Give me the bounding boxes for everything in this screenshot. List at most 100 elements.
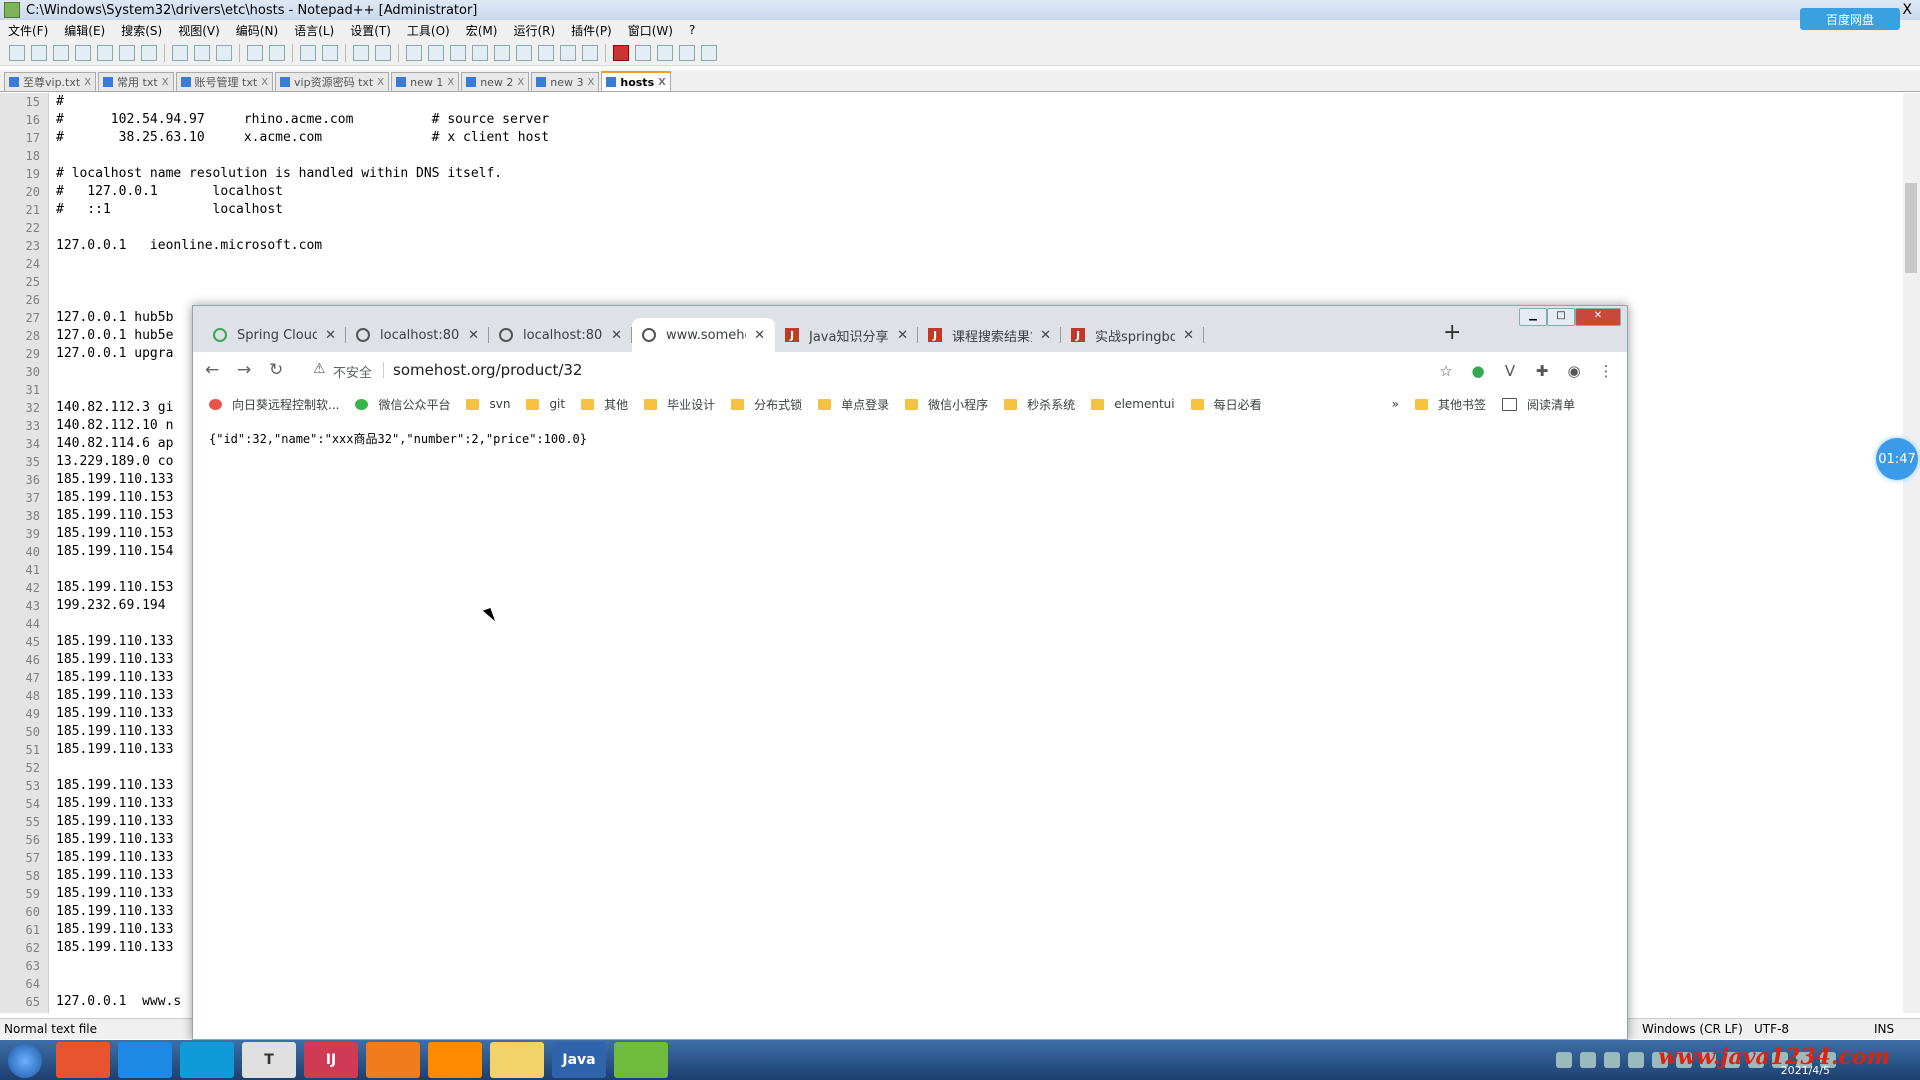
menu-item[interactable]: 文件(F) [0, 22, 56, 39]
tab-close-icon[interactable]: ✕ [611, 328, 622, 343]
editor-line[interactable]: 25 [0, 273, 1900, 291]
reading-list[interactable]: 阅读清单 [1501, 396, 1575, 413]
new-tab-button[interactable]: + [1443, 320, 1461, 345]
line-text[interactable]: 185.199.110.133 [48, 741, 173, 759]
bookmark-item[interactable]: elementui [1091, 397, 1175, 411]
browser-tab[interactable]: Spring Cloud Gate ✕ [203, 318, 346, 352]
tab-close-icon[interactable]: X [162, 77, 169, 88]
editor-line[interactable]: 15 # [0, 93, 1900, 111]
record-macro-icon[interactable] [613, 44, 629, 61]
print-icon[interactable] [141, 44, 157, 61]
editor-line[interactable]: 24 [0, 255, 1900, 273]
bookmark-item[interactable]: git [526, 397, 565, 411]
line-text[interactable] [48, 147, 56, 165]
menu-item[interactable]: 设置(T) [342, 22, 399, 39]
start-button-icon[interactable] [8, 1044, 42, 1078]
other-bookmarks[interactable]: 其他书签 [1414, 396, 1486, 413]
browser-tab[interactable]: J 实战springboot+C ✕ [1061, 318, 1204, 352]
line-text[interactable]: 185.199.110.133 [48, 669, 173, 687]
line-text[interactable]: 185.199.110.133 [48, 471, 173, 489]
save-macro-icon[interactable] [701, 44, 717, 61]
tab-close-icon[interactable]: X [517, 77, 524, 88]
find-icon[interactable] [300, 44, 316, 61]
not-secure-label[interactable]: 不安全 [333, 362, 372, 381]
line-text[interactable]: 140.82.112.10 n [48, 417, 173, 435]
menu-item[interactable]: 编辑(E) [56, 22, 113, 39]
line-text[interactable]: # 38.25.63.10 x.acme.com # x client host [48, 129, 549, 147]
bookmark-item[interactable]: 分布式锁 [731, 396, 802, 413]
line-text[interactable]: 185.199.110.133 [48, 831, 173, 849]
file-tab[interactable]: 账号管理 txt X [175, 72, 274, 91]
line-text[interactable] [48, 975, 56, 993]
doc-map-icon[interactable] [516, 44, 532, 61]
close-file-icon[interactable] [97, 44, 113, 61]
indent-guide-icon[interactable] [494, 44, 510, 61]
tab-close-icon[interactable]: X [658, 77, 666, 88]
file-tab[interactable]: new 2X [461, 72, 530, 91]
line-text[interactable] [48, 363, 56, 381]
close-all-icon[interactable] [119, 44, 135, 61]
tab-close-icon[interactable]: ✕ [468, 328, 479, 343]
taskbar-app-icon[interactable] [56, 1042, 110, 1078]
undo-icon[interactable] [247, 44, 263, 61]
maximize-icon[interactable]: □ [1547, 308, 1575, 326]
vertical-scrollbar[interactable] [1903, 93, 1920, 1013]
tab-close-icon[interactable]: X [588, 77, 595, 88]
tab-close-icon[interactable]: X [447, 77, 454, 88]
new-file-icon[interactable] [9, 44, 25, 61]
menu-item[interactable]: 搜索(S) [113, 22, 170, 39]
warning-icon[interactable]: ⚠ [313, 361, 326, 377]
editor-line[interactable]: 23 127.0.0.1 ieonline.microsoft.com [0, 237, 1900, 255]
tray-icon[interactable] [1580, 1052, 1596, 1068]
zoom-out-icon[interactable] [375, 44, 391, 61]
menu-item[interactable]: 编码(N) [228, 22, 286, 39]
tray-icon[interactable] [1556, 1052, 1572, 1068]
line-text[interactable]: 185.199.110.133 [48, 867, 173, 885]
profile-avatar-icon[interactable]: ◉ [1565, 362, 1583, 380]
browser-tab[interactable]: J Java知识分享网-免 ✕ [775, 318, 918, 352]
line-text[interactable]: 185.199.110.133 [48, 813, 173, 831]
line-text[interactable] [48, 615, 56, 633]
timer-badge[interactable]: 01:47 [1876, 438, 1918, 480]
editor-line[interactable]: 20 # 127.0.0.1 localhost [0, 183, 1900, 201]
line-text[interactable]: 140.82.114.6 ap [48, 435, 173, 453]
line-text[interactable]: 127.0.0.1 hub5b [48, 309, 173, 327]
paste-icon[interactable] [216, 44, 232, 61]
editor-line[interactable]: 17 # 38.25.63.10 x.acme.com # x client ho… [0, 129, 1900, 147]
close-icon[interactable]: X [1902, 2, 1912, 18]
save-all-icon[interactable] [75, 44, 91, 61]
bookmark-item[interactable]: svn [466, 397, 510, 411]
tab-close-icon[interactable]: X [377, 77, 384, 88]
line-text[interactable]: 127.0.0.1 www.s [48, 993, 181, 1011]
address-bar[interactable]: ⚠ 不安全 somehost.org/product/32 [303, 356, 1613, 384]
tab-close-icon[interactable]: ✕ [325, 328, 336, 343]
line-text[interactable]: 185.199.110.133 [48, 651, 173, 669]
tab-close-icon[interactable]: X [84, 77, 91, 88]
browser-tab[interactable]: J 课程搜索结果第1页 ✕ [918, 318, 1061, 352]
line-text[interactable]: # 127.0.0.1 localhost [48, 183, 283, 201]
bookmark-star-icon[interactable]: ☆ [1437, 362, 1455, 380]
url-text[interactable]: somehost.org/product/32 [393, 361, 582, 379]
bookmark-item[interactable]: 微信公众平台 [355, 396, 450, 413]
line-text[interactable]: 185.199.110.133 [48, 777, 173, 795]
reload-icon[interactable]: ↻ [269, 360, 283, 380]
bookmarks-overflow-button[interactable]: » [1392, 397, 1399, 411]
tray-icon[interactable] [1628, 1052, 1644, 1068]
line-text[interactable] [48, 759, 56, 777]
line-text[interactable]: 140.82.112.3 gi [48, 399, 173, 417]
line-text[interactable]: 185.199.110.153 [48, 507, 173, 525]
bookmark-item[interactable]: 单点登录 [818, 396, 889, 413]
editor-line[interactable]: 22 [0, 219, 1900, 237]
show-all-chars-icon[interactable] [472, 44, 488, 61]
tab-close-icon[interactable]: ✕ [754, 328, 765, 343]
bookmark-item[interactable]: 微信小程序 [905, 396, 988, 413]
line-text[interactable]: 127.0.0.1 hub5e [48, 327, 173, 345]
tab-close-icon[interactable]: ✕ [1183, 328, 1194, 343]
cut-icon[interactable] [172, 44, 188, 61]
line-text[interactable]: 185.199.110.133 [48, 633, 173, 651]
redo-icon[interactable] [269, 44, 285, 61]
line-text[interactable] [48, 381, 56, 399]
line-text[interactable]: 185.199.110.153 [48, 489, 173, 507]
sync-scroll-h-icon[interactable] [428, 44, 444, 61]
taskbar-app-icon[interactable] [614, 1042, 668, 1078]
